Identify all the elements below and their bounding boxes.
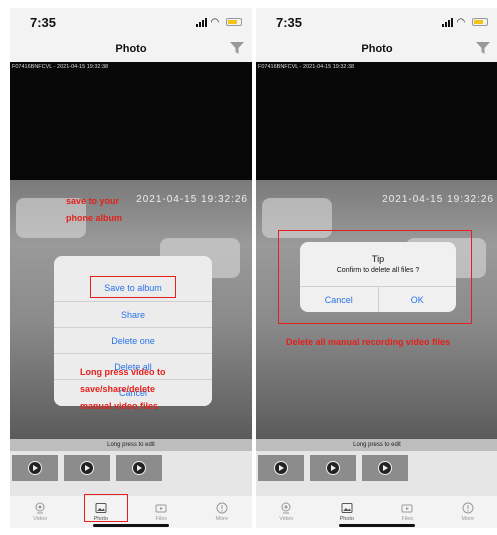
page-title: Photo [361,42,393,55]
play-icon [132,461,146,475]
status-bar: 7:35 ◠ [10,8,252,36]
status-time: 7:35 [276,14,303,30]
tab-video[interactable]: Video [256,496,317,528]
play-icon [274,461,288,475]
video-preview[interactable]: F07416BNFCVL - 2021-04-15 19:32:38 2021-… [256,62,497,439]
video-timestamp: 2021-04-15 19:32:26 [382,194,494,205]
share-button[interactable]: Share [54,302,212,328]
signal-icon [442,17,453,27]
annotation-delete-all: Delete all manual recording video files [286,337,451,347]
battery-icon [472,18,488,26]
confirm-dialog: Tip Confirm to delete all files ? Cancel… [300,242,456,312]
edit-hint: Long press to edit [256,439,497,451]
left-phone-screen: 7:35 ◠ Photo F07416BNFCVL - 2021-04-15 1… [10,8,252,528]
nav-bar: Photo [256,36,497,61]
battery-icon [226,18,242,26]
play-icon [378,461,392,475]
right-phone-screen: 7:35 ◠ Photo F07416BNFCVL - 2021-04-15 1… [256,8,497,528]
annotation-long-press: Long press video to save/share/delete ma… [80,367,166,412]
video-thumbnail[interactable] [362,455,408,481]
dialog-ok-button[interactable]: OK [377,287,457,312]
edit-hint: Long press to edit [10,439,252,451]
highlight-photo-tab [84,494,128,522]
video-thumbnail[interactable] [116,455,162,481]
video-preview[interactable]: F07416BNFCVL - 2021-04-15 19:32:38 2021-… [10,62,252,439]
tab-more[interactable]: More [192,496,253,528]
dialog-title: Tip [371,254,385,264]
video-file-icon [401,504,413,513]
camera-label: F07416BNFCVL - 2021-04-15 19:32:38 [258,64,355,70]
delete-one-button[interactable]: Delete one [54,328,212,354]
highlight-save-box [90,276,176,298]
filter-icon[interactable] [230,42,244,54]
camera-icon [35,502,45,514]
video-thumbnail[interactable] [310,455,356,481]
video-timestamp: 2021-04-15 19:32:26 [136,194,248,205]
tab-video[interactable]: Video [10,496,71,528]
annotation-save: save to your phone album [66,196,122,224]
thumbnail-strip [10,451,252,496]
status-bar: 7:35 ◠ [256,8,497,36]
video-file-icon [155,504,167,513]
video-thumbnail[interactable] [64,455,110,481]
home-indicator [339,524,415,527]
wifi-icon: ◠ [457,16,465,28]
play-icon [28,461,42,475]
play-icon [326,461,340,475]
home-indicator [93,524,169,527]
dialog-cancel-button[interactable]: Cancel [300,287,378,312]
nav-bar: Photo [10,36,252,61]
signal-icon [196,17,207,27]
video-thumbnail[interactable] [258,455,304,481]
camera-label: F07416BNFCVL - 2021-04-15 19:32:38 [12,64,109,70]
photo-icon [341,503,353,513]
info-icon [462,502,474,514]
info-icon [216,502,228,514]
tab-more[interactable]: More [438,496,497,528]
dialog-message: Confirm to delete all files ? [336,267,420,274]
play-icon [80,461,94,475]
status-time: 7:35 [30,14,57,30]
thumbnail-strip [256,451,497,496]
camera-icon [281,502,291,514]
page-title: Photo [115,42,147,55]
video-thumbnail[interactable] [12,455,58,481]
wifi-icon: ◠ [211,16,219,28]
filter-icon[interactable] [476,42,490,54]
